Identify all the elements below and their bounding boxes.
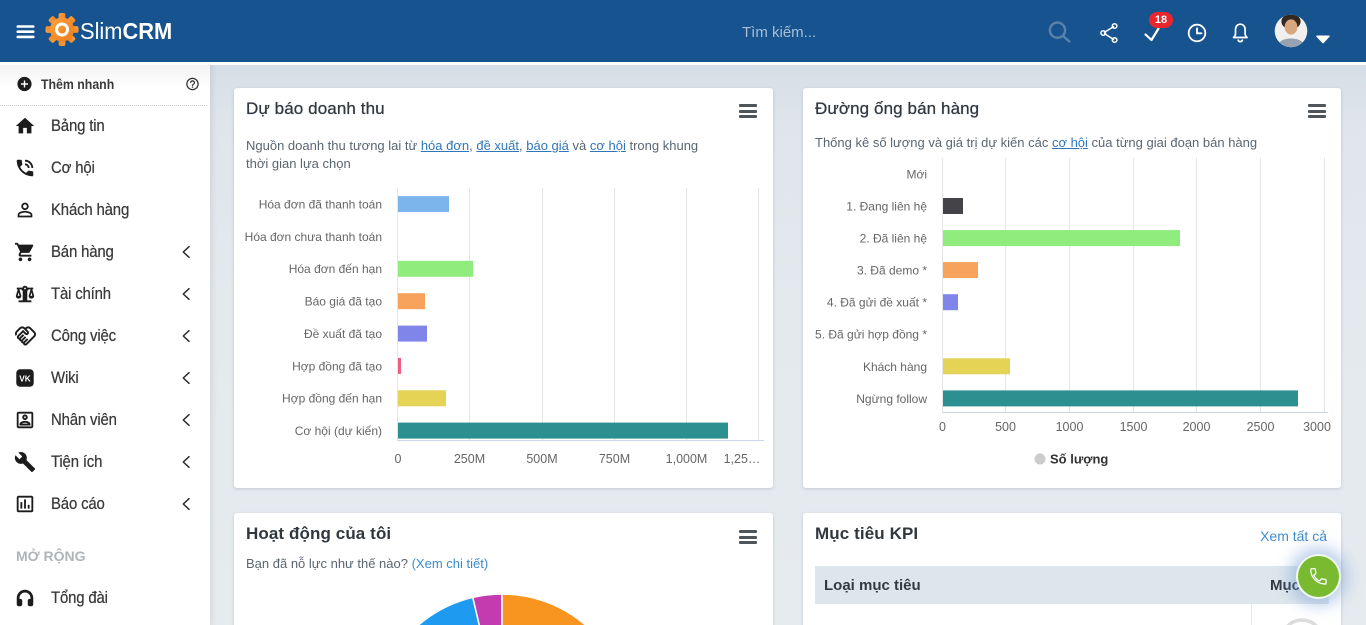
svg-text:Mới: Mới [906,168,927,182]
svg-text:1000: 1000 [1056,420,1084,434]
svg-text:5. Đã gửi hợp đồng *: 5. Đã gửi hợp đồng * [815,328,927,342]
svg-text:2500: 2500 [1247,420,1275,434]
svg-text:1. Đang liên hệ: 1. Đang liên hệ [846,200,927,214]
svg-text:3. Đã demo *: 3. Đã demo * [857,264,927,278]
svg-text:Số lượng: Số lượng [1050,452,1108,467]
svg-text:750M: 750M [599,452,630,466]
svg-text:Hợp đồng đến hạn: Hợp đồng đến hạn [282,392,382,406]
svg-text:3000: 3000 [1303,420,1331,434]
svg-text:Hóa đơn đã thanh toán: Hóa đơn đã thanh toán [259,198,382,212]
svg-text:500M: 500M [526,452,557,466]
svg-text:Hóa đơn chưa thanh toán: Hóa đơn chưa thanh toán [245,230,382,244]
svg-text:Báo giá đã tạo: Báo giá đã tạo [305,295,383,309]
svg-text:2. Đã liên hệ: 2. Đã liên hệ [860,232,928,246]
svg-text:1500: 1500 [1120,420,1148,434]
svg-text:1,25…: 1,25… [724,452,761,466]
svg-text:0: 0 [939,420,946,434]
svg-text:1,000M: 1,000M [666,452,708,466]
svg-text:Hóa đơn đến hạn: Hóa đơn đến hạn [289,262,382,276]
svg-text:Hợp đồng đã tạo: Hợp đồng đã tạo [292,359,382,373]
svg-text:4. Đã gửi đề xuất *: 4. Đã gửi đề xuất * [827,296,927,310]
svg-text:Cơ hội (dự kiến): Cơ hội (dự kiến) [295,424,382,438]
svg-text:500: 500 [995,420,1016,434]
svg-text:VK: VK [19,375,31,384]
svg-text:Khách hàng: Khách hàng [863,360,927,374]
svg-text:Đề xuất đã tạo: Đề xuất đã tạo [304,327,382,341]
svg-text:250M: 250M [454,452,485,466]
svg-text:Ngừng follow: Ngừng follow [856,392,927,406]
svg-text:2000: 2000 [1183,420,1211,434]
svg-text:0: 0 [395,452,402,466]
